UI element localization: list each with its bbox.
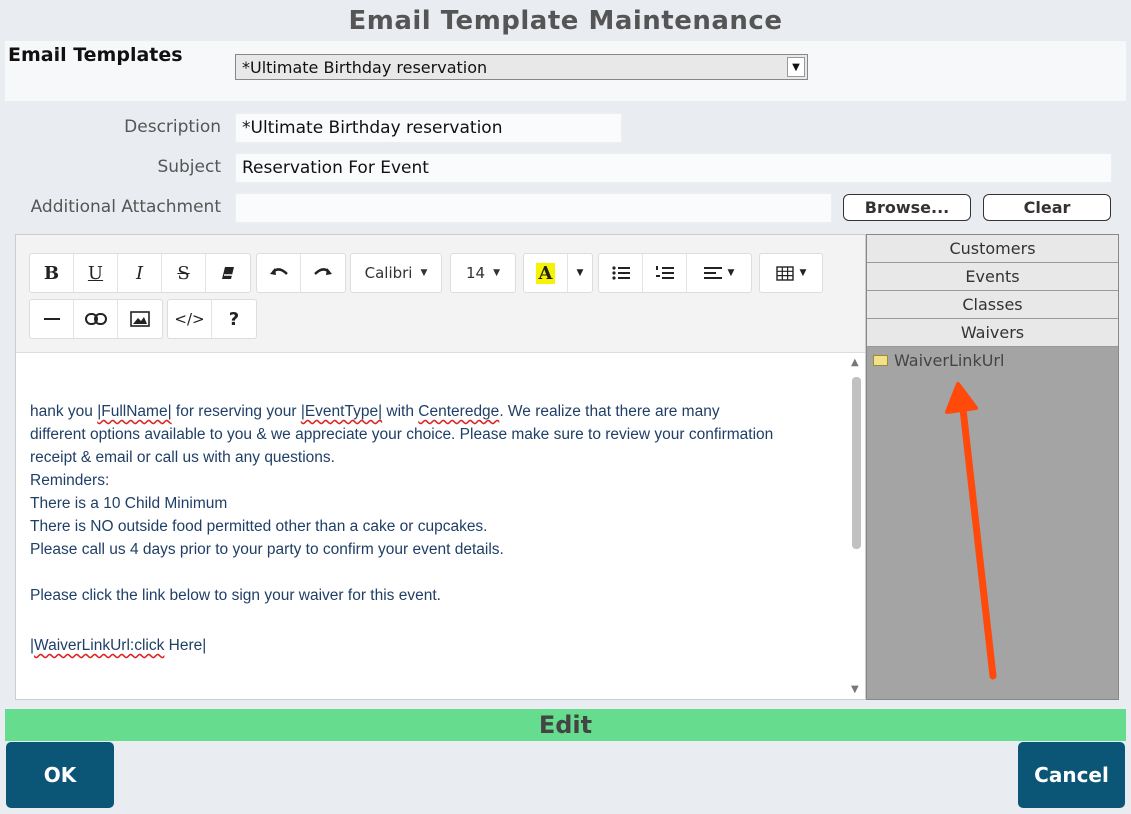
font-size-dropdown[interactable]: 14 ▼ bbox=[450, 253, 516, 293]
numbered-list-icon[interactable] bbox=[643, 254, 687, 292]
content-blank-line bbox=[30, 607, 850, 630]
italic-button[interactable]: I bbox=[118, 254, 162, 292]
tab-events[interactable]: Events bbox=[867, 263, 1118, 291]
event-type-token: |EventType| bbox=[300, 403, 383, 420]
editor-content[interactable]: hank you |FullName| for reserving your |… bbox=[30, 400, 850, 657]
format-group: B U I S bbox=[29, 253, 251, 293]
bullet-list-icon[interactable] bbox=[599, 254, 643, 292]
font-name-dropdown[interactable]: Calibri ▼ bbox=[350, 253, 442, 293]
description-field[interactable]: *Ultimate Birthday reservation bbox=[235, 113, 622, 143]
caret-down-icon: ▼ bbox=[799, 268, 807, 278]
text-color-group: A ▼ bbox=[523, 253, 593, 293]
horizontal-rule-icon[interactable] bbox=[30, 300, 74, 338]
help-icon[interactable]: ? bbox=[212, 300, 256, 338]
text-color-button[interactable]: A bbox=[524, 254, 568, 292]
content-line: different options available to you & we … bbox=[30, 426, 774, 443]
content-line: receipt & email or call us with any ques… bbox=[30, 449, 335, 466]
content-line: Please click the link below to sign your… bbox=[30, 587, 441, 604]
content-line: Reminders: bbox=[30, 472, 110, 489]
attachment-field[interactable] bbox=[235, 193, 832, 223]
history-group bbox=[256, 253, 346, 293]
window-title: Email Template Maintenance bbox=[348, 6, 783, 36]
browse-button[interactable]: Browse... bbox=[843, 194, 971, 221]
image-icon[interactable] bbox=[118, 300, 162, 338]
content-blank-line bbox=[30, 561, 850, 584]
waiver-link-token: WaiverLinkUrl:click bbox=[34, 637, 165, 654]
scroll-up-icon[interactable]: ▲ bbox=[851, 357, 859, 368]
rich-text-editor[interactable]: B U I S Calibri ▼ 14 ▼ A ▼ ▼ ▼ </> ? han… bbox=[15, 234, 866, 700]
template-select[interactable]: *Ultimate Birthday reservation ▼ bbox=[235, 54, 808, 80]
editor-scrollbar[interactable]: ▲ ▼ bbox=[849, 353, 863, 699]
description-label: Description bbox=[124, 117, 221, 137]
text-color-icon: A bbox=[535, 262, 556, 284]
attachment-label: Additional Attachment bbox=[30, 197, 221, 217]
strikethrough-button[interactable]: S bbox=[162, 254, 206, 292]
cancel-button[interactable]: Cancel bbox=[1018, 742, 1125, 808]
full-name-token: |FullName| bbox=[97, 403, 172, 420]
merge-fields-panel: Customers Events Classes Waivers WaiverL… bbox=[866, 234, 1119, 700]
insert-group bbox=[29, 299, 163, 339]
caret-down-icon: ▼ bbox=[493, 268, 500, 278]
scroll-down-icon[interactable]: ▼ bbox=[851, 684, 859, 695]
tab-waivers[interactable]: Waivers bbox=[867, 319, 1118, 347]
table-dropdown[interactable]: ▼ bbox=[759, 253, 823, 293]
waiver-link-url-item[interactable]: WaiverLinkUrl bbox=[873, 351, 1004, 370]
scrollbar-thumb[interactable] bbox=[852, 377, 861, 549]
chevron-down-icon[interactable]: ▼ bbox=[787, 57, 805, 77]
code-view-icon[interactable]: </> bbox=[168, 300, 212, 338]
font-name-value: Calibri bbox=[364, 264, 413, 282]
list-group: ▼ bbox=[598, 253, 752, 293]
subject-label: Subject bbox=[157, 157, 221, 177]
folder-icon bbox=[873, 355, 888, 366]
content-line: There is a 10 Child Minimum bbox=[30, 495, 228, 512]
underline-button[interactable]: U bbox=[74, 254, 118, 292]
caret-down-icon: ▼ bbox=[727, 268, 735, 278]
redo-icon[interactable] bbox=[301, 254, 345, 292]
table-icon[interactable]: ▼ bbox=[760, 254, 822, 292]
content-line: There is NO outside food permitted other… bbox=[30, 518, 488, 535]
template-select-value: *Ultimate Birthday reservation bbox=[242, 58, 488, 77]
clear-button[interactable]: Clear bbox=[983, 194, 1111, 221]
text-color-caret[interactable]: ▼ bbox=[568, 254, 592, 292]
bold-button[interactable]: B bbox=[30, 254, 74, 292]
content-line: hank you |FullName| for reserving your |… bbox=[30, 403, 720, 420]
ok-button[interactable]: OK bbox=[6, 742, 114, 808]
content-line: Please call us 4 days prior to your part… bbox=[30, 541, 504, 558]
content-line: |WaiverLinkUrl:click Here| bbox=[30, 637, 207, 654]
undo-icon[interactable] bbox=[257, 254, 301, 292]
caret-down-icon: ▼ bbox=[420, 268, 428, 278]
mode-bar: Edit bbox=[5, 709, 1126, 741]
align-dropdown[interactable]: ▼ bbox=[687, 254, 751, 292]
editor-toolbar: B U I S Calibri ▼ 14 ▼ A ▼ ▼ ▼ </> ? bbox=[16, 235, 865, 353]
templates-label: Email Templates bbox=[8, 44, 183, 66]
subject-field[interactable]: Reservation For Event bbox=[235, 153, 1112, 183]
font-size-value: 14 bbox=[465, 264, 486, 282]
tab-classes[interactable]: Classes bbox=[867, 291, 1118, 319]
eraser-icon[interactable] bbox=[206, 254, 250, 292]
misc-group: </> ? bbox=[167, 299, 257, 339]
waiver-link-url-label: WaiverLinkUrl bbox=[894, 351, 1005, 370]
link-icon[interactable] bbox=[74, 300, 118, 338]
tab-customers[interactable]: Customers bbox=[867, 235, 1118, 263]
